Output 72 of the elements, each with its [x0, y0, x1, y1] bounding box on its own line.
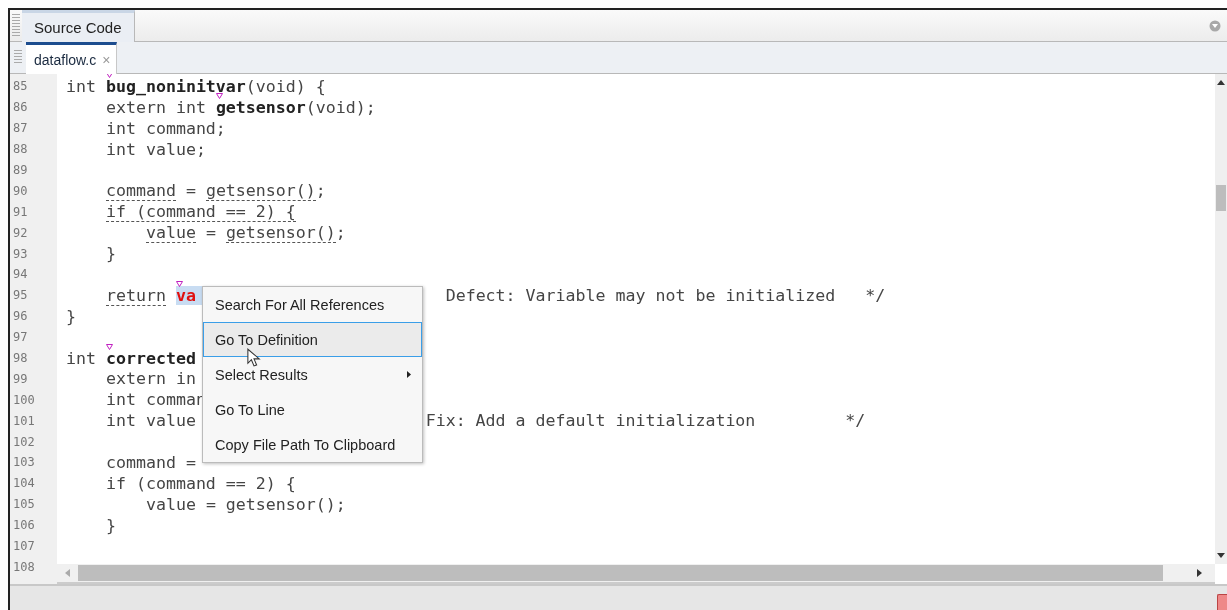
code-text: command = [105, 452, 196, 472]
code-text: bug_noninitvar [105, 76, 246, 96]
cursor-icon [247, 348, 261, 368]
code-text: extern int [105, 97, 207, 117]
code-text: int command; [105, 118, 226, 138]
line-number: 85 [12, 79, 29, 94]
line-number: 104 [12, 476, 36, 491]
line-number: 97 [12, 330, 29, 345]
line-number: 98 [12, 351, 29, 365]
line-number: 94 [12, 267, 29, 282]
line-number: 90 [12, 183, 29, 198]
file-tab[interactable]: dataflow.c × [26, 42, 118, 74]
line-number: 95 [12, 288, 29, 303]
scroll-right-icon[interactable] [1197, 569, 1202, 577]
scroll-left-icon[interactable] [65, 569, 70, 577]
scroll-thumb[interactable] [78, 565, 1163, 581]
code-text: Fix: Add a default initialization */ [425, 411, 866, 431]
line-number: 93 [12, 246, 29, 261]
vertical-scrollbar[interactable] [1215, 74, 1227, 564]
code-text: int value [105, 411, 196, 431]
line-number: 101 [12, 413, 36, 428]
code-text: int [66, 76, 97, 96]
scroll-up-icon[interactable] [1217, 80, 1225, 85]
code-text: getsensor() [205, 181, 316, 202]
code-text: = [205, 223, 217, 243]
code-text: Defect: Variable may not be initialized */ [445, 285, 886, 305]
menu-item[interactable]: Go To Definition [203, 322, 422, 357]
line-number: 107 [12, 539, 36, 554]
line-number: 92 [12, 225, 29, 240]
code-text: } [105, 515, 116, 535]
horizontal-scrollbar[interactable] [57, 564, 1215, 584]
code-text: return [105, 285, 166, 306]
status-indicator[interactable] [1217, 594, 1227, 610]
code-text: ; [315, 181, 326, 201]
line-number: 91 [12, 204, 29, 219]
line-number: 106 [12, 518, 36, 533]
line-number: 87 [12, 121, 29, 136]
line-number: 99 [12, 371, 29, 386]
code-text: command [105, 181, 176, 202]
line-number: 105 [12, 497, 36, 512]
scroll-down-icon[interactable] [1217, 553, 1225, 558]
code-text: extern in [105, 369, 196, 389]
code-text: if (command == 2) { [105, 473, 296, 493]
menu-item[interactable]: Select Results [203, 357, 422, 392]
code-text: } [105, 244, 116, 264]
code-text: getsensor [215, 97, 306, 117]
line-number: 102 [12, 434, 36, 449]
line-number: 89 [12, 163, 29, 177]
grip-icon[interactable] [12, 14, 20, 37]
line-number: 96 [12, 309, 29, 324]
menu-item[interactable]: Go To Line [203, 392, 422, 427]
line-number: 108 [12, 559, 36, 574]
code-text: int [66, 348, 97, 368]
line-number: 88 [12, 142, 29, 157]
code-text: (void) { [245, 76, 326, 96]
line-number: 100 [12, 392, 36, 407]
code-text: (void); [305, 97, 376, 117]
panel-tab[interactable]: Source Code [22, 10, 135, 42]
code-text: int value; [105, 139, 206, 159]
code-text: if (command == 2) { [105, 202, 296, 223]
panel-menu-icon[interactable] [1209, 19, 1221, 32]
line-number: 103 [12, 455, 36, 470]
code-text: ; [335, 223, 346, 243]
line-number: 86 [12, 100, 29, 115]
code-text: getsensor() [225, 223, 336, 244]
code-text: value [145, 223, 196, 244]
code-text: value = getsensor(); [145, 494, 346, 514]
code-text: } [66, 306, 76, 326]
code-text: = [185, 181, 197, 201]
menu-item[interactable]: Copy File Path To Clipboard [203, 427, 422, 462]
scroll-thumb[interactable] [1216, 185, 1226, 211]
code-text: corrected [105, 348, 196, 368]
